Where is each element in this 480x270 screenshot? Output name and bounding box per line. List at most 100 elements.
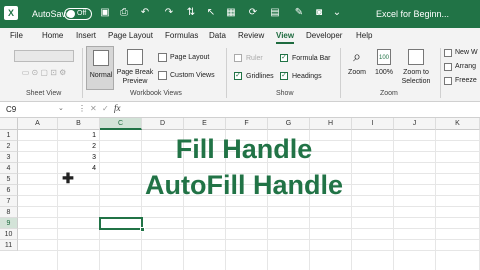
redo-icon[interactable]: ↷ [162,6,176,20]
page-layout-label: Page Layout [170,54,210,61]
select-all-corner[interactable] [0,118,18,130]
zoom-100-label: 100% [375,69,393,76]
separator [440,48,441,98]
zoom-selection-label-1: Zoom to [403,69,429,76]
name-box[interactable]: C9 [2,104,66,116]
formula-bar: C9 ⌄ ⋮ ✕ ✓ fx [0,102,480,118]
column-header-k[interactable]: K [436,118,480,130]
freeze-panes-button[interactable]: Freeze [444,76,480,86]
zoom-selection-icon [408,49,424,65]
tab-view[interactable]: View [276,30,295,44]
freeze-icon [444,77,452,85]
more-icon[interactable]: ⌄ [330,6,344,20]
row-header-9[interactable]: 9 [0,218,18,229]
tab-data[interactable]: Data [209,30,226,42]
normal-view-icon [93,50,109,66]
sheet-view-group-label: Sheet View [26,90,62,97]
cancel-icon[interactable]: ✕ [90,104,97,113]
row-header-8[interactable]: 8 [0,207,18,218]
zoom-to-selection-button[interactable]: Zoom to Selection [398,46,434,90]
sort-icon[interactable]: ⇅ [184,6,198,20]
zoom-100-icon: 100 [377,49,391,65]
column-header-c[interactable]: C [100,118,142,130]
tab-help[interactable]: Help [356,30,372,42]
document-title: Excel for Beginn... [376,9,450,19]
more-dots-icon: ⋮ [78,104,86,113]
column-header-e[interactable]: E [184,118,226,130]
column-header-d[interactable]: D [142,118,184,130]
paint-icon[interactable]: ✎ [292,6,306,20]
custom-views-button[interactable]: Custom Views [158,70,228,82]
camera-icon[interactable]: ◙ [312,6,326,20]
tab-developer[interactable]: Developer [306,30,342,42]
tab-home[interactable]: Home [42,30,63,42]
column-header-g[interactable]: G [268,118,310,130]
fx-button[interactable]: fx [114,103,121,113]
column-header-a[interactable]: A [18,118,58,130]
page-break-label-2: Preview [122,78,148,85]
tab-formulas[interactable]: Formulas [165,30,198,42]
tab-review[interactable]: Review [238,30,264,42]
custom-views-icon [158,71,167,80]
separator [226,48,227,98]
row-header-11[interactable]: 11 [0,240,18,251]
overlay-title-line2: AutoFill Handle [145,170,343,200]
normal-label: Normal [89,72,113,79]
sheet-view-icons[interactable]: ▭ ⊙ ▢ ⊡ ⚙ [14,68,74,77]
arrange-all-button[interactable]: Arrang [444,62,480,72]
column-header-h[interactable]: H [310,118,352,130]
tab-insert[interactable]: Insert [76,30,96,42]
print-icon[interactable]: ⎙ [117,6,131,20]
column-header-f[interactable]: F [226,118,268,130]
zoom-group-label: Zoom [380,90,398,97]
row-gridline [18,206,480,207]
row-gridline [18,250,480,251]
tab-file[interactable]: File [10,30,23,42]
zoom-label: Zoom [348,69,366,76]
zoom-100-button[interactable]: 100 100% [372,46,396,86]
cursor-icon[interactable]: ↖ [204,6,218,20]
separator [340,48,341,98]
refresh-icon[interactable]: ⟳ [246,6,260,20]
row-gridline [18,239,480,240]
table-icon[interactable]: ▦ [224,6,238,20]
selected-cell-c9[interactable] [99,217,145,232]
enter-icon[interactable]: ✓ [102,104,109,113]
fill-handle[interactable] [140,227,145,232]
gridlines-label: Gridlines [246,73,274,80]
page-layout-icon [158,53,167,62]
workbook-views-group-label: Workbook Views [130,90,182,97]
save-icon[interactable]: ▣ [98,6,112,20]
autosave-toggle[interactable]: Off [64,8,92,20]
normal-view-button[interactable]: Normal [86,46,114,90]
column-header-j[interactable]: J [394,118,436,130]
magnifier-icon: ⌕ [353,48,361,64]
column-header-b[interactable]: B [58,118,100,130]
column-header-i[interactable]: I [352,118,394,130]
overlay-title-line1: Fill Handle [175,134,313,164]
page-layout-button[interactable]: Page Layout [158,52,228,64]
page-break-preview-button[interactable]: Page Break Preview [116,46,154,90]
sheet-view-dropdown[interactable] [14,50,74,62]
name-box-dropdown-icon[interactable]: ⌄ [58,104,64,112]
ruler-label: Ruler [246,55,263,62]
toggle-state: Off [77,10,87,17]
zoom-selection-label-2: Selection [401,78,431,85]
formula-input[interactable] [130,104,478,116]
row-header-10[interactable]: 10 [0,229,18,240]
row-gridline [18,228,480,229]
separator [82,48,83,98]
toggle-knob [67,10,75,18]
gridlines-checkbox[interactable]: ✓ [234,72,242,80]
ruler-checkbox[interactable] [234,54,242,62]
undo-icon[interactable]: ↶ [138,6,152,20]
formula-bar-checkbox[interactable]: ✓ [280,54,288,62]
headings-checkbox[interactable]: ✓ [280,72,288,80]
tab-page-layout[interactable]: Page Layout [108,30,153,42]
clipboard-icon[interactable]: ▤ [268,6,282,20]
zoom-button[interactable]: ⌕ Zoom [344,46,370,86]
new-window-button[interactable]: New W [444,48,480,58]
excel-logo-icon: X [4,6,18,20]
arrange-label: Arrang [455,63,477,70]
arrange-icon [444,63,452,71]
